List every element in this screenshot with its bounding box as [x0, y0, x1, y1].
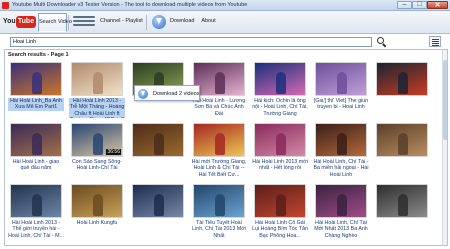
video-title: Tài Tiểu Tuyết Hoài Linh, Chí Tài 2013 M… [192, 220, 246, 239]
result-item[interactable]: Tài Tiểu Tuyết Hoài Linh, Chí Tài 2013 M… [191, 184, 247, 244]
video-thumbnail[interactable] [193, 184, 245, 218]
video-title: Hài kịch: Ôchin là ông nội - Hoài Linh, … [252, 98, 308, 117]
result-item[interactable]: Hài Hoài Linh, Chí Tài - Ba miền hải ngo… [313, 123, 369, 183]
search-video-tab[interactable]: Search Video [38, 13, 72, 32]
video-thumbnail[interactable] [254, 62, 306, 96]
result-item[interactable]: 36:56 Con Sáo Sang Sông-Hoài Linh-Chí Tài [69, 123, 125, 183]
video-title: Hài Hoài Linh, Chí Tài Mới Nhất 2013 Ba … [314, 220, 368, 239]
video-thumbnail[interactable] [315, 62, 367, 96]
window-title: Youtube Multi Downloader v3 Tester Versi… [12, 2, 248, 8]
download-label: Download [170, 18, 195, 24]
result-item[interactable] [374, 184, 430, 244]
result-item[interactable]: Hài Hoài Linh 2013 - Trễ Một Tháng - Hoà… [69, 62, 125, 122]
video-thumbnail[interactable] [376, 123, 428, 157]
playlist-icon [73, 16, 95, 29]
result-item[interactable]: Hài Hoài Linh 2013 mới nhất - Hết lòng r… [252, 123, 308, 183]
result-item[interactable] [374, 123, 430, 183]
download-icon [138, 89, 148, 99]
results-scrollbar[interactable] [442, 50, 447, 245]
video-title: Hài Hoài Linh_Ba Anh Xưa Mê Em Part1 [8, 98, 64, 111]
video-thumbnail[interactable] [132, 184, 184, 218]
close-icon: ✕ [434, 2, 441, 9]
list-icon [432, 39, 439, 40]
video-title: Hài mới Trường Giang, Hoài Linh & Chí Tà… [191, 159, 247, 178]
result-item[interactable]: [Gia'] thi' Viet] The giun truyen bi - H… [313, 62, 369, 122]
search-input[interactable] [10, 37, 372, 47]
minimize-button[interactable]: – [397, 1, 412, 9]
maximize-icon: □ [417, 1, 422, 8]
result-item[interactable] [130, 123, 186, 183]
video-thumbnail[interactable] [376, 62, 428, 96]
list-view-button[interactable] [429, 36, 441, 47]
video-thumbnail[interactable] [193, 123, 245, 157]
close-button[interactable]: ✕ [427, 1, 448, 9]
video-thumbnail[interactable] [193, 62, 245, 96]
logo-you: You [3, 18, 16, 25]
result-item[interactable]: Hài Hoài Linh, Chí Tài Mới Nhất 2013 Ba … [313, 184, 369, 244]
context-menu: Download 2 videos [134, 85, 200, 101]
logo-tube: Tube [16, 16, 36, 28]
video-thumbnail[interactable] [132, 123, 184, 157]
download-icon [152, 15, 166, 29]
search-video-label: Search Video [39, 19, 72, 25]
result-item[interactable]: Hoài Linh Kungfu [69, 184, 125, 244]
minimize-icon: – [402, 1, 407, 8]
video-title: Con Sáo Sang Sông-Hoài Linh-Chí Tài [71, 159, 123, 172]
result-item[interactable]: Hài Hoài Linh_Ba Anh Xưa Mê Em Part1 [8, 62, 64, 122]
video-thumbnail[interactable] [315, 184, 367, 218]
download-tab[interactable]: Download [148, 13, 200, 32]
toolbar-divider [146, 15, 147, 30]
result-item[interactable]: Hài mới Trường Giang, Hoài Linh & Chí Tà… [191, 123, 247, 183]
result-item[interactable] [374, 62, 430, 122]
result-item[interactable]: Hài Hoài Linh 2013 - Thế giới truyện hài… [8, 184, 64, 244]
video-thumbnail[interactable]: 36:56 [71, 123, 123, 157]
video-thumbnail[interactable] [10, 62, 62, 96]
video-thumbnail[interactable] [71, 184, 123, 218]
video-title: Hài Hoài Linh 2013 - Trễ Một Tháng - Hoà… [69, 98, 125, 118]
channel-playlist-tab[interactable]: Channel - Playlist [70, 13, 144, 32]
about-label: About [201, 18, 216, 24]
title-bar: Youtube Multi Downloader v3 Tester Versi… [0, 0, 450, 11]
video-thumbnail[interactable] [254, 123, 306, 157]
video-title: [Gia'] thi' Viet] The giun truyen bi - H… [313, 98, 369, 111]
video-title: Hài Hoài Linh, Chí Tài - Ba miền hải ngo… [313, 159, 369, 178]
about-tab[interactable]: About [200, 13, 217, 32]
results-header: Search results - Page 1 [8, 52, 69, 58]
result-item[interactable]: Hài kịch: Ôchin là ông nội - Hoài Linh, … [252, 62, 308, 122]
toolbar-divider [68, 15, 69, 30]
video-thumbnail[interactable] [315, 123, 367, 157]
video-thumbnail[interactable] [10, 123, 62, 157]
download-videos-menu-item[interactable]: Download 2 videos [153, 91, 199, 97]
video-title: Hài Hoài Linh Cô Gái Lụi Hoàng Bím Tóc T… [252, 220, 308, 239]
result-item[interactable] [130, 184, 186, 244]
video-thumbnail[interactable] [376, 184, 428, 218]
result-item[interactable]: Hài Hoài Linh - giao quẻ đầu năm [8, 123, 64, 183]
video-title: Hoài Linh Kungfu [76, 220, 118, 226]
search-button[interactable] [376, 36, 387, 48]
maximize-button[interactable]: □ [412, 1, 427, 9]
youtube-logo: You Tube [3, 14, 36, 31]
video-title: Hài Hoài Linh 2013 - Thế giới truyện hài… [8, 220, 64, 239]
video-thumbnail[interactable] [10, 184, 62, 218]
result-item[interactable]: Hài Hoài Linh Cô Gái Lụi Hoàng Bím Tóc T… [252, 184, 308, 244]
scrollbar-thumb[interactable] [443, 60, 447, 140]
video-thumbnail[interactable] [71, 62, 123, 96]
video-title: Hài Hoài Linh - giao quẻ đầu năm [12, 159, 60, 172]
video-thumbnail[interactable] [254, 184, 306, 218]
video-title: Hài Hoài Linh 2013 mới nhất - Hết lòng r… [252, 159, 308, 172]
search-row [0, 34, 450, 49]
channel-playlist-label: Channel - Playlist [100, 18, 143, 24]
video-duration: 36:56 [106, 149, 121, 155]
results-panel: Search results - Page 1 Hài Hoài Linh_Ba… [4, 49, 448, 246]
toolbar: You Tube Search Video Channel - Playlist… [0, 11, 450, 34]
app-icon [2, 2, 9, 9]
